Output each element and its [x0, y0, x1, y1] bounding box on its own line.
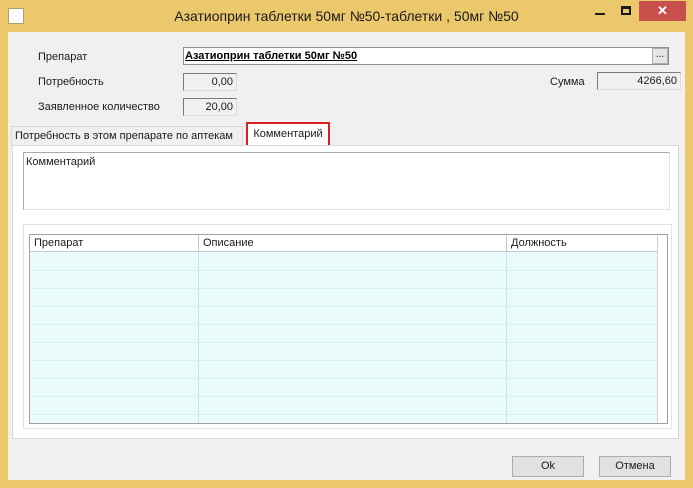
ok-button[interactable]: Ok [512, 456, 584, 477]
grid-row-line [30, 342, 657, 343]
grid-row-line [30, 414, 657, 415]
need-field[interactable]: 0,00 [183, 73, 237, 91]
declared-quantity-label: Заявленное количество [38, 101, 160, 113]
declared-quantity-field[interactable]: 20,00 [183, 98, 237, 116]
column-header-description[interactable]: Описание [199, 235, 507, 251]
grid-column-divider [198, 252, 199, 423]
maximize-button[interactable] [613, 1, 639, 21]
comments-grid-frame: Препарат Описание Должность [23, 224, 672, 429]
grid-row-line [30, 288, 657, 289]
grid-row-line [30, 378, 657, 379]
dialog-window: Азатиоприн таблетки 50мг №50-таблетки , … [0, 0, 693, 488]
sum-label: Сумма [550, 76, 585, 88]
browse-button[interactable]: ... [652, 48, 668, 64]
minimize-button[interactable] [587, 1, 613, 21]
grid-row-line [30, 306, 657, 307]
comment-textarea[interactable]: Комментарий [23, 152, 670, 210]
grid-row-line [30, 360, 657, 361]
need-label: Потребность [38, 76, 104, 88]
dialog-body: Препарат Азатиоприн таблетки 50мг №50 ..… [8, 32, 685, 480]
column-header-position[interactable]: Должность [507, 235, 660, 251]
maximize-icon [621, 6, 631, 15]
drug-value[interactable]: Азатиоприн таблетки 50мг №50 [185, 48, 357, 64]
grid-vertical-scrollbar[interactable] [657, 235, 667, 423]
grid-row-line [30, 270, 657, 271]
column-header-drug[interactable]: Препарат [30, 235, 199, 251]
grid-row-line [30, 396, 657, 397]
close-icon: ✕ [657, 3, 668, 18]
title-bar[interactable]: Азатиоприн таблетки 50мг №50-таблетки , … [0, 0, 693, 32]
grid-row-line [30, 324, 657, 325]
drug-label: Препарат [38, 51, 88, 63]
cancel-button[interactable]: Отмена [599, 456, 671, 477]
drug-field[interactable]: Азатиоприн таблетки 50мг №50 ... [183, 47, 669, 65]
close-button[interactable]: ✕ [639, 1, 686, 21]
grid-column-divider [506, 252, 507, 423]
comment-tab-page: Комментарий Препарат Описание Должность [12, 145, 679, 439]
grid-header: Препарат Описание Должность [30, 235, 667, 252]
tab-pharmacy-need[interactable]: Потребность в этом препарате по аптекам [11, 126, 243, 146]
sum-field[interactable]: 4266,60 [597, 72, 681, 90]
minimize-icon [595, 13, 605, 15]
comments-grid[interactable]: Препарат Описание Должность [29, 234, 668, 424]
